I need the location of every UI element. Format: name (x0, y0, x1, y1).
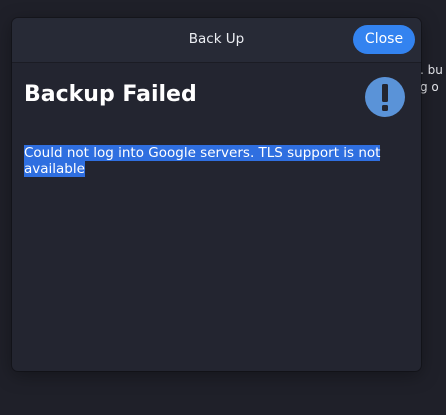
dialog-header: Back Up Close (12, 18, 421, 63)
error-message: Could not log into Google servers. TLS s… (24, 145, 410, 177)
exclamation-circle-icon (365, 77, 405, 117)
background-partial-text: . bu g o (420, 62, 446, 96)
close-button[interactable]: Close (353, 25, 415, 54)
error-heading: Backup Failed (24, 82, 197, 107)
backup-dialog: Back Up Close Backup Failed Could not lo… (12, 18, 421, 371)
error-message-text: Could not log into Google servers. TLS s… (24, 145, 381, 177)
background-text-line: g o (420, 80, 439, 94)
background-text-line: . bu (420, 63, 443, 77)
